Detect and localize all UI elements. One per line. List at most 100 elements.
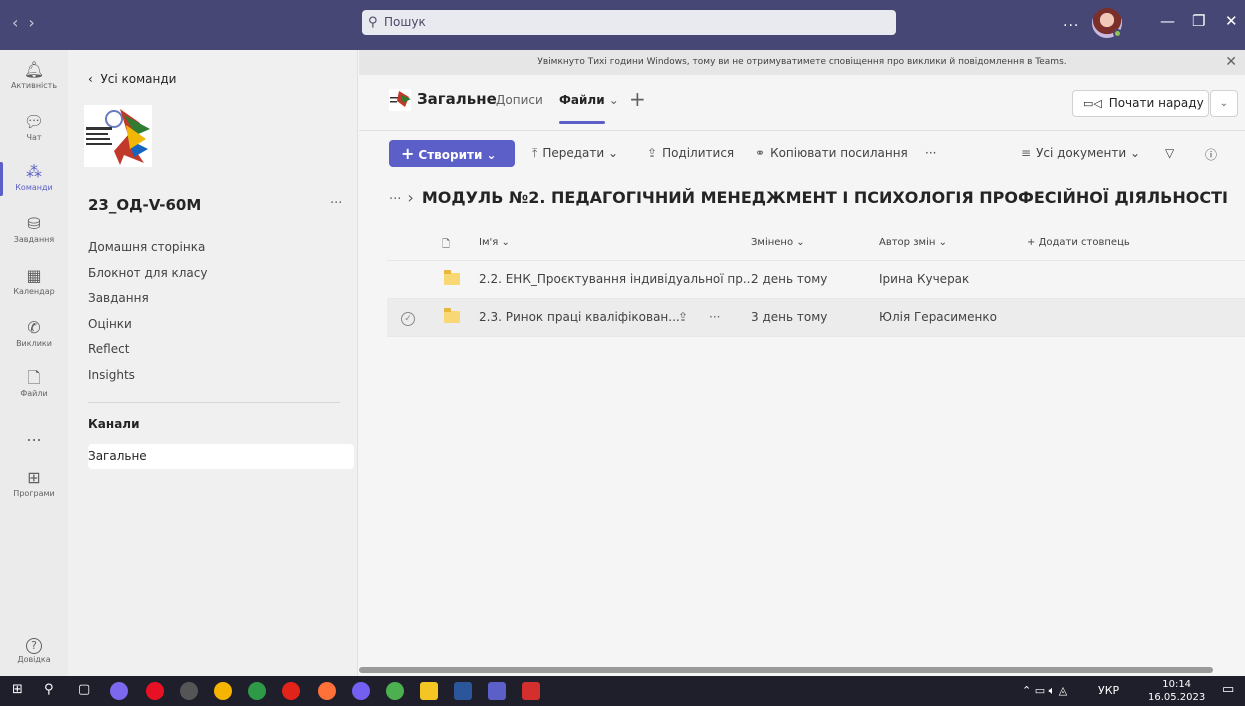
tab-files[interactable]: Файли ⌄ <box>559 93 619 124</box>
team-nav: Домашня сторінка Блокнот для класу Завда… <box>88 240 207 393</box>
task-view-icon[interactable]: ▢ <box>78 682 90 697</box>
channels-heading: Канали <box>88 417 140 431</box>
chevron-left-icon: ‹ <box>88 72 101 86</box>
file-name[interactable]: 2.2. ЕНК_Проєктування індивідуальної пр.… <box>479 272 754 286</box>
meeting-options-button[interactable]: ⌄ <box>1210 90 1238 117</box>
table-row[interactable]: ✓ 2.3. Ринок праці кваліфікован... ⇪ ···… <box>387 299 1245 337</box>
team-nav-assignments[interactable]: Завдання <box>88 291 207 317</box>
opera-icon[interactable] <box>146 682 164 700</box>
team-panel: ‹ Усі команди 23_ОД-V-60М ··· Домашня ст… <box>68 50 358 676</box>
breadcrumb-more[interactable]: ··· <box>389 192 401 207</box>
table-row[interactable]: 2.2. ЕНК_Проєктування індивідуальної пр.… <box>387 261 1245 299</box>
filter-icon[interactable]: ▽ <box>1165 146 1174 160</box>
forward-arrow-icon[interactable]: › <box>28 13 44 32</box>
team-logo <box>84 105 152 167</box>
system-tray-icons[interactable]: ⌃ ▭ 🔈︎ ◬ <box>1022 684 1067 698</box>
rail-more[interactable]: ... <box>0 426 68 446</box>
rail-chat[interactable]: 💬︎ Чат <box>0 112 68 142</box>
toolbar-more-button[interactable]: ··· <box>925 146 936 160</box>
app-icon[interactable] <box>110 682 128 700</box>
create-button[interactable]: + Створити ⌄ <box>389 140 515 167</box>
file-author: Юлія Герасименко <box>879 310 997 324</box>
share-icon[interactable]: ⇪ <box>678 310 688 324</box>
file-name[interactable]: 2.3. Ринок праці кваліфікован... <box>479 310 680 324</box>
rail-help[interactable]: ? Довідка <box>0 634 68 664</box>
browser-icon[interactable] <box>214 682 232 700</box>
word-icon[interactable] <box>454 682 472 700</box>
upload-icon: ⤒ <box>532 146 538 160</box>
input-language[interactable]: УКР <box>1098 684 1119 697</box>
file-modified: 3 день тому <box>751 310 828 324</box>
file-type-icon: 🗋 <box>442 239 451 250</box>
close-icon[interactable]: ✕ <box>1225 50 1237 75</box>
teams-icon: ⁂ <box>26 162 42 181</box>
yandex-icon[interactable] <box>282 682 300 700</box>
help-icon: ? <box>0 634 68 654</box>
browser-icon[interactable] <box>248 682 266 700</box>
rail-calendar[interactable]: ▦ Календар <box>0 266 68 296</box>
quiet-hours-banner: Увімкнуто Тихі години Windows, тому ви н… <box>359 50 1245 75</box>
settings-more-button[interactable]: ... <box>1063 14 1079 30</box>
start-meeting-button[interactable]: ▭◁ Почати нараду <box>1072 90 1209 117</box>
horizontal-scrollbar[interactable] <box>359 667 1213 673</box>
folder-icon <box>444 270 460 287</box>
channel-header: Загальне Дописи Файли ⌄ + ▭◁ Почати нара… <box>359 75 1245 131</box>
add-column-button[interactable]: + Додати стовпець <box>1027 237 1130 248</box>
row-checkbox[interactable]: ✓ <box>401 310 415 326</box>
add-tab-button[interactable]: + <box>629 87 646 111</box>
divider <box>88 402 340 403</box>
eye-app-icon[interactable] <box>180 682 198 700</box>
team-nav-insights[interactable]: Insights <box>88 368 207 394</box>
clock[interactable]: 10:14 16.05.2023 <box>1148 678 1205 704</box>
chevron-down-icon: ⌄ <box>608 93 619 107</box>
upload-button[interactable]: ⤒ Передати ⌄ <box>532 146 618 161</box>
rail-activity[interactable]: 🔔︎ Активність <box>0 60 68 90</box>
column-author[interactable]: Автор змін ⌄ <box>879 237 947 248</box>
all-teams-link[interactable]: ‹ Усі команди <box>88 72 176 86</box>
bell-icon: 🔔︎ <box>23 60 45 79</box>
restore-button[interactable]: ❐ <box>1192 12 1205 30</box>
rail-apps[interactable]: ⊞ Програми <box>0 468 68 498</box>
presence-badge <box>1113 29 1122 38</box>
file-explorer-icon[interactable] <box>420 682 438 700</box>
channel-item-general[interactable]: Загальне <box>88 444 354 469</box>
taskbar: ⊞ ⚲ ▢ ⌃ ▭ 🔈︎ ◬ УКР 10:14 16.05.2023 ▭ <box>0 676 1245 706</box>
search-icon[interactable]: ⚲ <box>44 682 54 697</box>
team-nav-home[interactable]: Домашня сторінка <box>88 240 207 266</box>
main-content: Увімкнуто Тихі години Windows, тому ви н… <box>359 50 1245 676</box>
rail-calls[interactable]: ✆ Виклики <box>0 318 68 348</box>
rail-assignments[interactable]: ⛁ Завдання <box>0 214 68 244</box>
close-button[interactable]: ✕ <box>1225 12 1238 30</box>
acrobat-icon[interactable] <box>522 682 540 700</box>
back-arrow-icon[interactable]: ‹ <box>12 13 28 32</box>
channel-title: Загальне <box>417 90 497 108</box>
minimize-button[interactable]: — <box>1160 12 1175 30</box>
rail-files[interactable]: 🗋 Файли <box>0 368 68 398</box>
copy-link-button[interactable]: ⚭ Копіювати посилання <box>755 146 908 160</box>
breadcrumb: ··· › МОДУЛЬ №2. ПЕДАГОГІЧНИЙ МЕНЕДЖМЕНТ І… <box>389 188 1228 207</box>
team-more-button[interactable]: ··· <box>330 196 342 211</box>
share-button[interactable]: ⇪ Поділитися <box>647 146 734 160</box>
row-more-button[interactable]: ··· <box>709 310 720 324</box>
teams-icon[interactable] <box>488 682 506 700</box>
rail-teams[interactable]: ⁂ Команди <box>0 162 68 196</box>
team-nav-reflect[interactable]: Reflect <box>88 342 207 368</box>
firefox-icon[interactable] <box>318 682 336 700</box>
windows-start-icon[interactable]: ⊞ <box>12 682 23 697</box>
table-header: 🗋 Ім'я ⌄ Змінено ⌄ Автор змін ⌄ + Додати… <box>387 225 1245 261</box>
chevron-right-icon: › <box>407 188 414 207</box>
viber-icon[interactable] <box>352 682 370 700</box>
chat-icon: 💬︎ <box>23 112 45 131</box>
team-nav-notebook[interactable]: Блокнот для класу <box>88 266 207 292</box>
column-modified[interactable]: Змінено ⌄ <box>751 237 805 248</box>
chrome-icon[interactable] <box>386 682 404 700</box>
share-icon: ⇪ <box>647 146 658 160</box>
notifications-icon[interactable]: ▭ <box>1222 682 1234 697</box>
list-icon: ≡ <box>1021 146 1032 160</box>
tab-posts[interactable]: Дописи <box>496 93 543 107</box>
search-input[interactable]: ⚲ Пошук <box>362 10 896 35</box>
team-nav-grades[interactable]: Оцінки <box>88 317 207 343</box>
view-selector[interactable]: ≡ Усі документи ⌄ <box>1021 146 1140 160</box>
info-icon[interactable]: ⓘ <box>1205 146 1217 163</box>
column-name[interactable]: Ім'я ⌄ <box>479 237 510 248</box>
